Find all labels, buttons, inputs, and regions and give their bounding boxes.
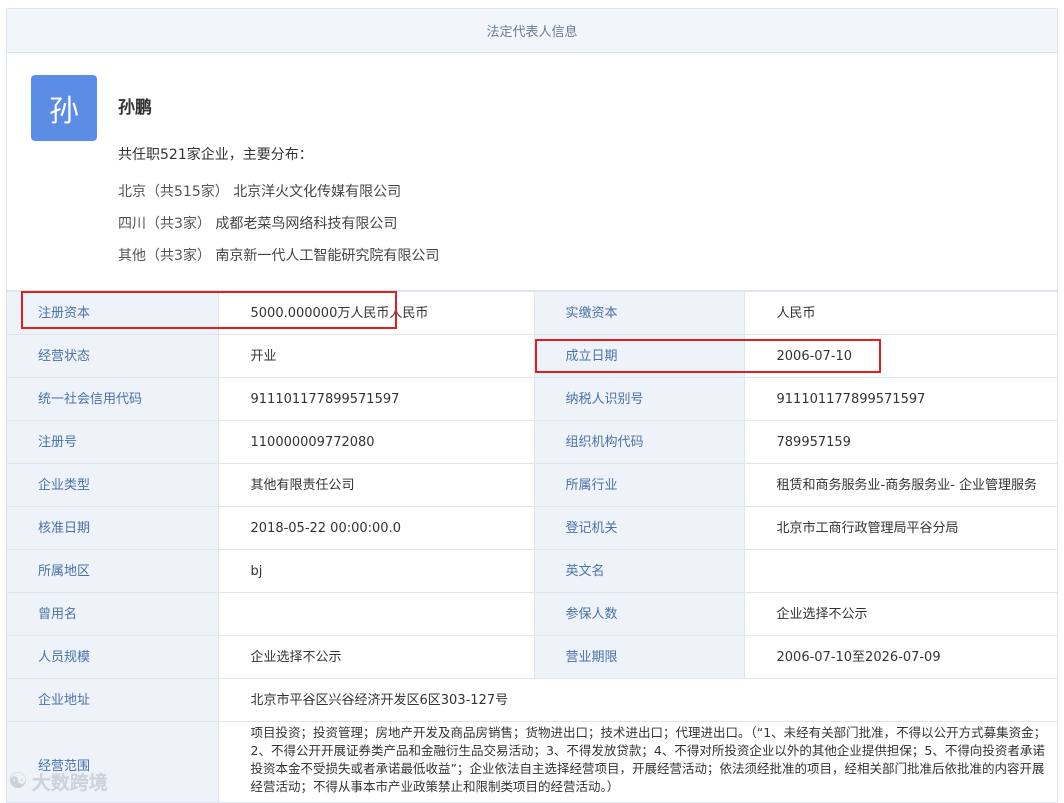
field-value: 2006-07-10 — [743, 334, 1057, 378]
field-label: 英文名 — [533, 549, 745, 593]
field-value: 企业选择不公示 — [743, 592, 1057, 636]
field-label: 人员规模 — [7, 635, 219, 679]
legal-rep-panel: 法定代表人信息 孙 孙鹏 共任职521家企业，主要分布： 北京（共515家） 北… — [6, 8, 1058, 803]
person-name[interactable]: 孙鹏 — [118, 93, 152, 118]
field-label: 注册号 — [7, 420, 219, 464]
logo-icon: ☯ — [8, 769, 28, 794]
field-value: 789957159 — [743, 420, 1057, 464]
field-value: 租赁和商务服务业-商务服务业- 企业管理服务 — [743, 463, 1057, 507]
distribution-company-link[interactable]: 北京洋火文化传媒有限公司 — [233, 184, 401, 200]
distribution-item: 其他（共3家） 南京新一代人工智能研究院有限公司 — [118, 245, 439, 265]
distribution-region: 北京（共515家） — [118, 184, 229, 200]
watermark-text: 大数跨境 — [31, 772, 108, 794]
distribution-item: 北京（共515家） 北京洋火文化传媒有限公司 — [118, 181, 401, 201]
field-value: 企业选择不公示 — [217, 635, 535, 679]
distribution-company-link[interactable]: 成都老菜鸟网络科技有限公司 — [215, 216, 397, 232]
table-row: 人员规模 企业选择不公示 营业期限 2006-07-10至2026-07-09 — [7, 635, 1057, 679]
positions-summary: 共任职521家企业，主要分布： — [118, 147, 313, 163]
field-label: 注册资本 — [7, 291, 219, 335]
field-label: 参保人数 — [533, 592, 745, 636]
field-label: 营业期限 — [533, 635, 745, 679]
table-row: 注册资本 5000.000000万人民币人民币 实缴资本 人民币 — [7, 291, 1057, 335]
distribution-item: 四川（共3家） 成都老菜鸟网络科技有限公司 — [118, 213, 397, 233]
field-label: 曾用名 — [7, 592, 219, 636]
field-value: 911101177899571597 — [743, 377, 1057, 421]
address-label: 企业地址 — [7, 678, 219, 722]
field-label: 登记机关 — [533, 506, 745, 550]
table-row: 统一社会信用代码 911101177899571597 纳税人识别号 91110… — [7, 377, 1057, 421]
field-label: 统一社会信用代码 — [7, 377, 219, 421]
table-row: 企业类型 其他有限责任公司 所属行业 租赁和商务服务业-商务服务业- 企业管理服… — [7, 463, 1057, 507]
distribution-company-link[interactable]: 南京新一代人工智能研究院有限公司 — [215, 248, 439, 264]
field-label: 组织机构代码 — [533, 420, 745, 464]
distribution-region: 其他（共3家） — [118, 248, 211, 264]
distribution-region: 四川（共3家） — [118, 216, 211, 232]
field-label: 经营状态 — [7, 334, 219, 378]
field-value: 911101177899571597 — [217, 377, 535, 421]
field-value: 110000009772080 — [217, 420, 535, 464]
field-label: 企业类型 — [7, 463, 219, 507]
field-label: 实缴资本 — [533, 291, 745, 335]
field-value: 2018-05-22 00:00:00.0 — [217, 506, 535, 550]
field-value: 2006-07-10至2026-07-09 — [743, 635, 1057, 679]
table-row: 所属地区 bj 英文名 — [7, 549, 1057, 593]
field-label: 成立日期 — [533, 334, 745, 378]
table-row: 企业地址 北京市平谷区兴谷经济开发区6区303-127号 — [7, 678, 1057, 722]
field-value: 开业 — [217, 334, 535, 378]
field-label: 所属行业 — [533, 463, 745, 507]
field-value — [217, 592, 535, 636]
table-row: 曾用名 参保人数 企业选择不公示 — [7, 592, 1057, 636]
legal-rep-card: 孙 孙鹏 共任职521家企业，主要分布： 北京（共515家） 北京洋火文化传媒有… — [7, 53, 1057, 291]
field-value: 北京市工商行政管理局平谷分局 — [743, 506, 1057, 550]
field-value — [743, 549, 1057, 593]
table-row: 注册号 110000009772080 组织机构代码 789957159 — [7, 420, 1057, 464]
field-label: 核准日期 — [7, 506, 219, 550]
table-row: 经营状态 开业 成立日期 2006-07-10 — [7, 334, 1057, 378]
field-value: 5000.000000万人民币人民币 — [217, 291, 535, 335]
avatar: 孙 — [31, 75, 97, 141]
address-value: 北京市平谷区兴谷经济开发区6区303-127号 — [217, 678, 1057, 722]
field-value: 其他有限责任公司 — [217, 463, 535, 507]
business-info-table: 注册资本 5000.000000万人民币人民币 实缴资本 人民币 经营状态 开业… — [7, 291, 1057, 802]
field-label: 纳税人识别号 — [533, 377, 745, 421]
panel-title: 法定代表人信息 — [7, 9, 1057, 53]
field-label: 所属地区 — [7, 549, 219, 593]
field-value: bj — [217, 549, 535, 593]
field-value: 人民币 — [743, 291, 1057, 335]
watermark: ☯ 大数跨境 — [8, 768, 108, 795]
scope-value: 项目投资；投资管理；房地产开发及商品房销售；货物进出口；技术进出口；代理进出口。… — [217, 721, 1057, 802]
table-row: 经营范围 项目投资；投资管理；房地产开发及商品房销售；货物进出口；技术进出口；代… — [7, 721, 1057, 802]
table-row: 核准日期 2018-05-22 00:00:00.0 登记机关 北京市工商行政管… — [7, 506, 1057, 550]
